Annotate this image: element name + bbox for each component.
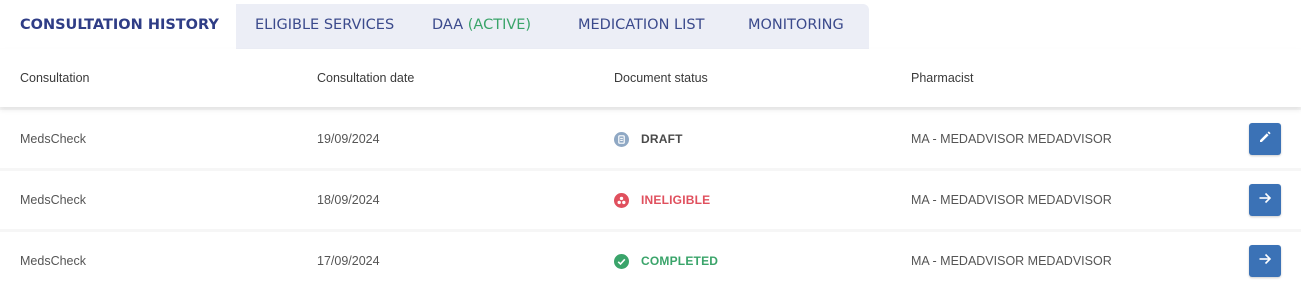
- document-icon: [614, 131, 629, 147]
- arrow-right-icon: [1257, 251, 1273, 272]
- table-row[interactable]: MedsCheck 18/09/2024 INELIGIBLE MA - MED…: [0, 171, 1301, 229]
- tab-eligible-services[interactable]: ELIGIBLE SERVICES: [255, 0, 394, 49]
- tab-monitoring[interactable]: MONITORING: [748, 0, 844, 49]
- pencil-icon: [1257, 129, 1273, 150]
- table-row[interactable]: MedsCheck 17/09/2024 COMPLETED MA - MEDA…: [0, 232, 1301, 281]
- edit-button[interactable]: [1249, 123, 1281, 155]
- open-button[interactable]: [1249, 184, 1281, 216]
- table-body: MedsCheck 19/09/2024 DRAFT MA - MEDADVIS…: [0, 107, 1301, 281]
- table-row[interactable]: MedsCheck 19/09/2024 DRAFT MA - MEDADVIS…: [0, 110, 1301, 168]
- status-badge: INELIGIBLE: [641, 193, 711, 207]
- status-cell: DRAFT: [614, 110, 683, 168]
- tab-daa-active-tag: (ACTIVE): [467, 16, 532, 33]
- header-document-status[interactable]: Document status: [614, 49, 708, 107]
- status-cell: COMPLETED: [614, 232, 718, 281]
- status-badge: COMPLETED: [641, 254, 719, 268]
- pharmacist-cell: MA - MEDADVISOR MEDADVISOR: [911, 132, 1112, 146]
- header-consultation-date[interactable]: Consultation date: [317, 49, 414, 107]
- header-pharmacist[interactable]: Pharmacist: [911, 49, 974, 107]
- table-header: Consultation Consultation date Document …: [0, 49, 1301, 107]
- check-circle-icon: [614, 253, 629, 269]
- tab-medication-list[interactable]: MEDICATION LIST: [578, 0, 704, 49]
- date-cell: 17/09/2024: [317, 254, 380, 268]
- date-cell: 19/09/2024: [317, 132, 380, 146]
- tab-daa-label: DAA: [432, 16, 464, 33]
- pharmacist-cell: MA - MEDADVISOR MEDADVISOR: [911, 254, 1112, 268]
- header-consultation[interactable]: Consultation: [20, 49, 90, 107]
- consultation-cell: MedsCheck: [20, 193, 86, 207]
- tab-bar: CONSULTATION HISTORY ELIGIBLE SERVICES D…: [0, 0, 870, 49]
- tab-daa[interactable]: DAA (ACTIVE): [432, 0, 531, 49]
- date-cell: 18/09/2024: [317, 193, 380, 207]
- consultation-cell: MedsCheck: [20, 132, 86, 146]
- status-badge: DRAFT: [641, 132, 683, 146]
- arrow-right-icon: [1257, 190, 1273, 211]
- ineligible-icon: [614, 192, 629, 208]
- tab-consultation-history[interactable]: CONSULTATION HISTORY: [20, 0, 219, 49]
- status-cell: INELIGIBLE: [614, 171, 710, 229]
- pharmacist-cell: MA - MEDADVISOR MEDADVISOR: [911, 193, 1112, 207]
- consultation-cell: MedsCheck: [20, 254, 86, 268]
- open-button[interactable]: [1249, 245, 1281, 277]
